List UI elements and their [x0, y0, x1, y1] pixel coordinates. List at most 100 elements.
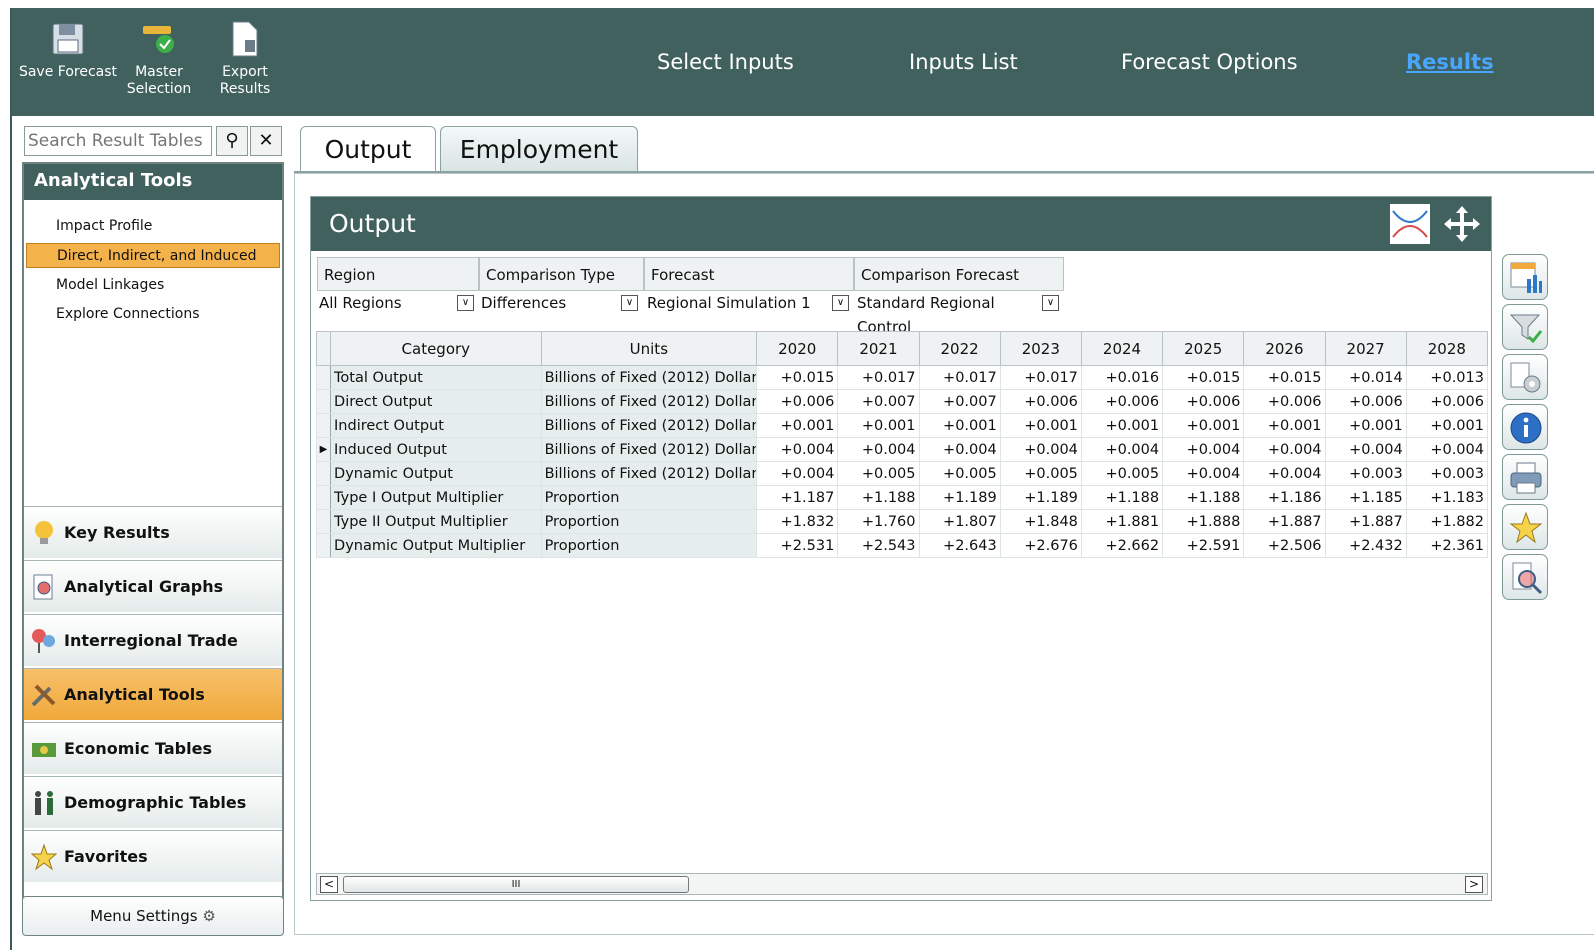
value-cell[interactable]: +0.004 [1405, 437, 1489, 462]
tab-output[interactable]: Output [300, 126, 436, 174]
chevron-down-icon[interactable]: ∨ [1042, 295, 1059, 311]
value-cell[interactable]: +0.014 [1324, 365, 1407, 390]
column-header[interactable]: Units [540, 331, 758, 366]
column-header[interactable]: 2022 [918, 331, 1001, 366]
master-selection-button[interactable]: Master Selection [124, 20, 194, 98]
units-cell[interactable]: Billions of Fixed (2012) Dollars [540, 365, 758, 390]
value-cell[interactable]: +0.005 [918, 461, 1001, 486]
value-cell[interactable]: +0.001 [1243, 413, 1326, 438]
clear-search-button[interactable]: ✕ [250, 126, 282, 156]
category-interregional-trade[interactable]: Interregional Trade [24, 614, 282, 666]
forecast-select[interactable]: Regional Simulation 1 [645, 291, 825, 315]
value-cell[interactable]: +0.004 [756, 461, 839, 486]
value-cell[interactable]: +0.001 [999, 413, 1082, 438]
value-cell[interactable]: +0.004 [999, 437, 1082, 462]
chevron-down-icon[interactable]: ∨ [832, 295, 849, 311]
value-cell[interactable]: +0.001 [837, 413, 920, 438]
category-cell[interactable]: Dynamic Output [330, 461, 542, 486]
category-cell[interactable]: Total Output [330, 365, 542, 390]
value-cell[interactable]: +0.004 [1243, 437, 1326, 462]
nav-inputs-list[interactable]: Inputs List [909, 50, 1018, 74]
menu-settings-button[interactable]: Menu Settings ⚙ [22, 896, 284, 936]
search-button[interactable]: ⚲ [216, 126, 248, 156]
row-selector[interactable]: ▶ [315, 437, 332, 462]
value-cell[interactable]: +0.004 [1162, 437, 1245, 462]
tool-impact-profile[interactable]: Impact Profile [26, 214, 280, 239]
nav-select-inputs[interactable]: Select Inputs [657, 50, 794, 74]
column-header[interactable]: 2027 [1324, 331, 1407, 366]
value-cell[interactable]: +0.006 [1243, 389, 1326, 414]
value-cell[interactable]: +0.006 [1405, 389, 1489, 414]
value-cell[interactable]: +0.016 [1080, 365, 1164, 390]
units-cell[interactable]: Billions of Fixed (2012) Dollars [540, 461, 758, 486]
value-cell[interactable]: +0.005 [1080, 461, 1164, 486]
scroll-right-button[interactable]: > [1465, 876, 1483, 893]
value-cell[interactable]: +0.001 [1162, 413, 1245, 438]
export-results-button[interactable]: Export Results [210, 20, 280, 98]
category-cell[interactable]: Direct Output [330, 389, 542, 414]
value-cell[interactable]: +1.848 [999, 509, 1082, 534]
value-cell[interactable]: +0.015 [756, 365, 839, 390]
row-selector[interactable] [315, 461, 332, 486]
table-chart-button[interactable] [1502, 254, 1548, 300]
save-forecast-button[interactable]: Save Forecast [18, 20, 118, 81]
units-cell[interactable]: Proportion [540, 533, 758, 558]
value-cell[interactable]: +0.005 [837, 461, 920, 486]
value-cell[interactable]: +0.006 [1162, 389, 1245, 414]
value-cell[interactable]: +0.017 [999, 365, 1082, 390]
value-cell[interactable]: +0.007 [837, 389, 920, 414]
value-cell[interactable]: +2.591 [1162, 533, 1245, 558]
value-cell[interactable]: +0.013 [1405, 365, 1489, 390]
category-cell[interactable]: Type II Output Multiplier [330, 509, 542, 534]
units-cell[interactable]: Proportion [540, 485, 758, 510]
value-cell[interactable]: +0.004 [1324, 437, 1407, 462]
value-cell[interactable]: +0.015 [1162, 365, 1245, 390]
category-cell[interactable]: Dynamic Output Multiplier [330, 533, 542, 558]
scrollbar-thumb[interactable]: III [343, 876, 689, 893]
nav-results[interactable]: Results [1406, 50, 1494, 74]
category-cell[interactable]: Induced Output [330, 437, 542, 462]
value-cell[interactable]: +1.188 [1162, 485, 1245, 510]
value-cell[interactable]: +1.186 [1243, 485, 1326, 510]
row-selector[interactable] [315, 485, 332, 510]
table-row[interactable]: Total Output Billions of Fixed (2012) Dol… [315, 365, 1489, 390]
table-row[interactable]: Type I Output Multiplier Proportion +1.187… [315, 485, 1489, 510]
value-cell[interactable]: +0.003 [1405, 461, 1489, 486]
value-cell[interactable]: +1.832 [756, 509, 839, 534]
column-header[interactable]: 2026 [1243, 331, 1326, 366]
chart-toggle-icon[interactable] [1389, 203, 1431, 245]
value-cell[interactable]: +0.004 [1162, 461, 1245, 486]
value-cell[interactable]: +2.662 [1080, 533, 1164, 558]
tool-explore-connections[interactable]: Explore Connections [26, 302, 280, 327]
value-cell[interactable]: +2.432 [1324, 533, 1407, 558]
column-header[interactable]: 2023 [999, 331, 1082, 366]
value-cell[interactable]: +1.807 [918, 509, 1001, 534]
value-cell[interactable]: +1.881 [1080, 509, 1164, 534]
value-cell[interactable]: +0.001 [1324, 413, 1407, 438]
chevron-down-icon[interactable]: ∨ [457, 295, 474, 311]
column-header[interactable]: Category [330, 331, 542, 366]
value-cell[interactable]: +1.887 [1324, 509, 1407, 534]
column-header[interactable]: 2020 [756, 331, 839, 366]
value-cell[interactable]: +0.006 [756, 389, 839, 414]
column-header[interactable]: 2025 [1162, 331, 1245, 366]
category-economic-tables[interactable]: Economic Tables [24, 722, 282, 774]
units-cell[interactable]: Billions of Fixed (2012) Dollars [540, 437, 758, 462]
category-analytical-tools[interactable]: Analytical Tools [24, 668, 282, 720]
value-cell[interactable]: +1.760 [837, 509, 920, 534]
comparison-forecast-select[interactable]: Standard Regional Control [855, 291, 1035, 336]
value-cell[interactable]: +0.004 [1080, 437, 1164, 462]
table-row[interactable]: ▶ Induced Output Billions of Fixed (2012) … [315, 437, 1489, 462]
table-row[interactable]: Indirect Output Billions of Fixed (2012) … [315, 413, 1489, 438]
nav-forecast-options[interactable]: Forecast Options [1121, 50, 1298, 74]
comparison-type-select[interactable]: Differences [479, 291, 619, 315]
table-row[interactable]: Dynamic Output Multiplier Proportion +2.53… [315, 533, 1489, 558]
value-cell[interactable]: +1.188 [837, 485, 920, 510]
value-cell[interactable]: +0.004 [756, 437, 839, 462]
value-cell[interactable]: +1.185 [1324, 485, 1407, 510]
value-cell[interactable]: +0.006 [999, 389, 1082, 414]
category-analytical-graphs[interactable]: Analytical Graphs [24, 560, 282, 612]
value-cell[interactable]: +0.006 [1080, 389, 1164, 414]
value-cell[interactable]: +1.183 [1405, 485, 1489, 510]
table-row[interactable]: Type II Output Multiplier Proportion +1.83… [315, 509, 1489, 534]
